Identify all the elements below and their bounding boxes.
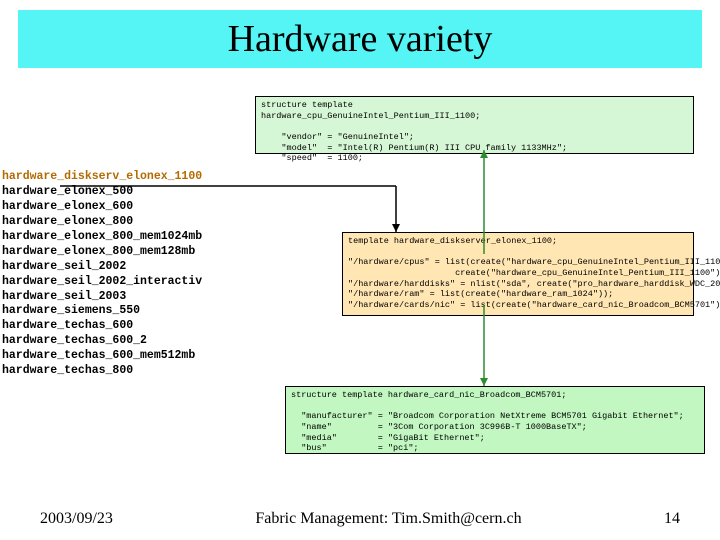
- slide-title: Hardware variety: [228, 17, 493, 61]
- title-bar: Hardware variety: [18, 10, 702, 68]
- hardware-list-first: hardware_diskserv_elonex_1100: [2, 170, 202, 183]
- code-box-nic-struct: structure template hardware_card_nic_Bro…: [285, 386, 705, 454]
- footer-center: Fabric Management: Tim.Smith@cern.ch: [255, 510, 521, 528]
- code-box-diskserver-template: template hardware_diskserver_elonex_1100…: [342, 232, 694, 316]
- hardware-list: hardware_diskserv_elonex_1100 hardware_e…: [2, 170, 202, 379]
- footer: 2003/09/23 Fabric Management: Tim.Smith@…: [0, 510, 720, 528]
- footer-date: 2003/09/23: [40, 510, 113, 528]
- code-box-cpu-struct: structure template hardware_cpu_GenuineI…: [255, 96, 694, 154]
- hardware-list-rest: hardware_elonex_500 hardware_elonex_600 …: [2, 185, 202, 377]
- footer-page: 14: [664, 510, 680, 528]
